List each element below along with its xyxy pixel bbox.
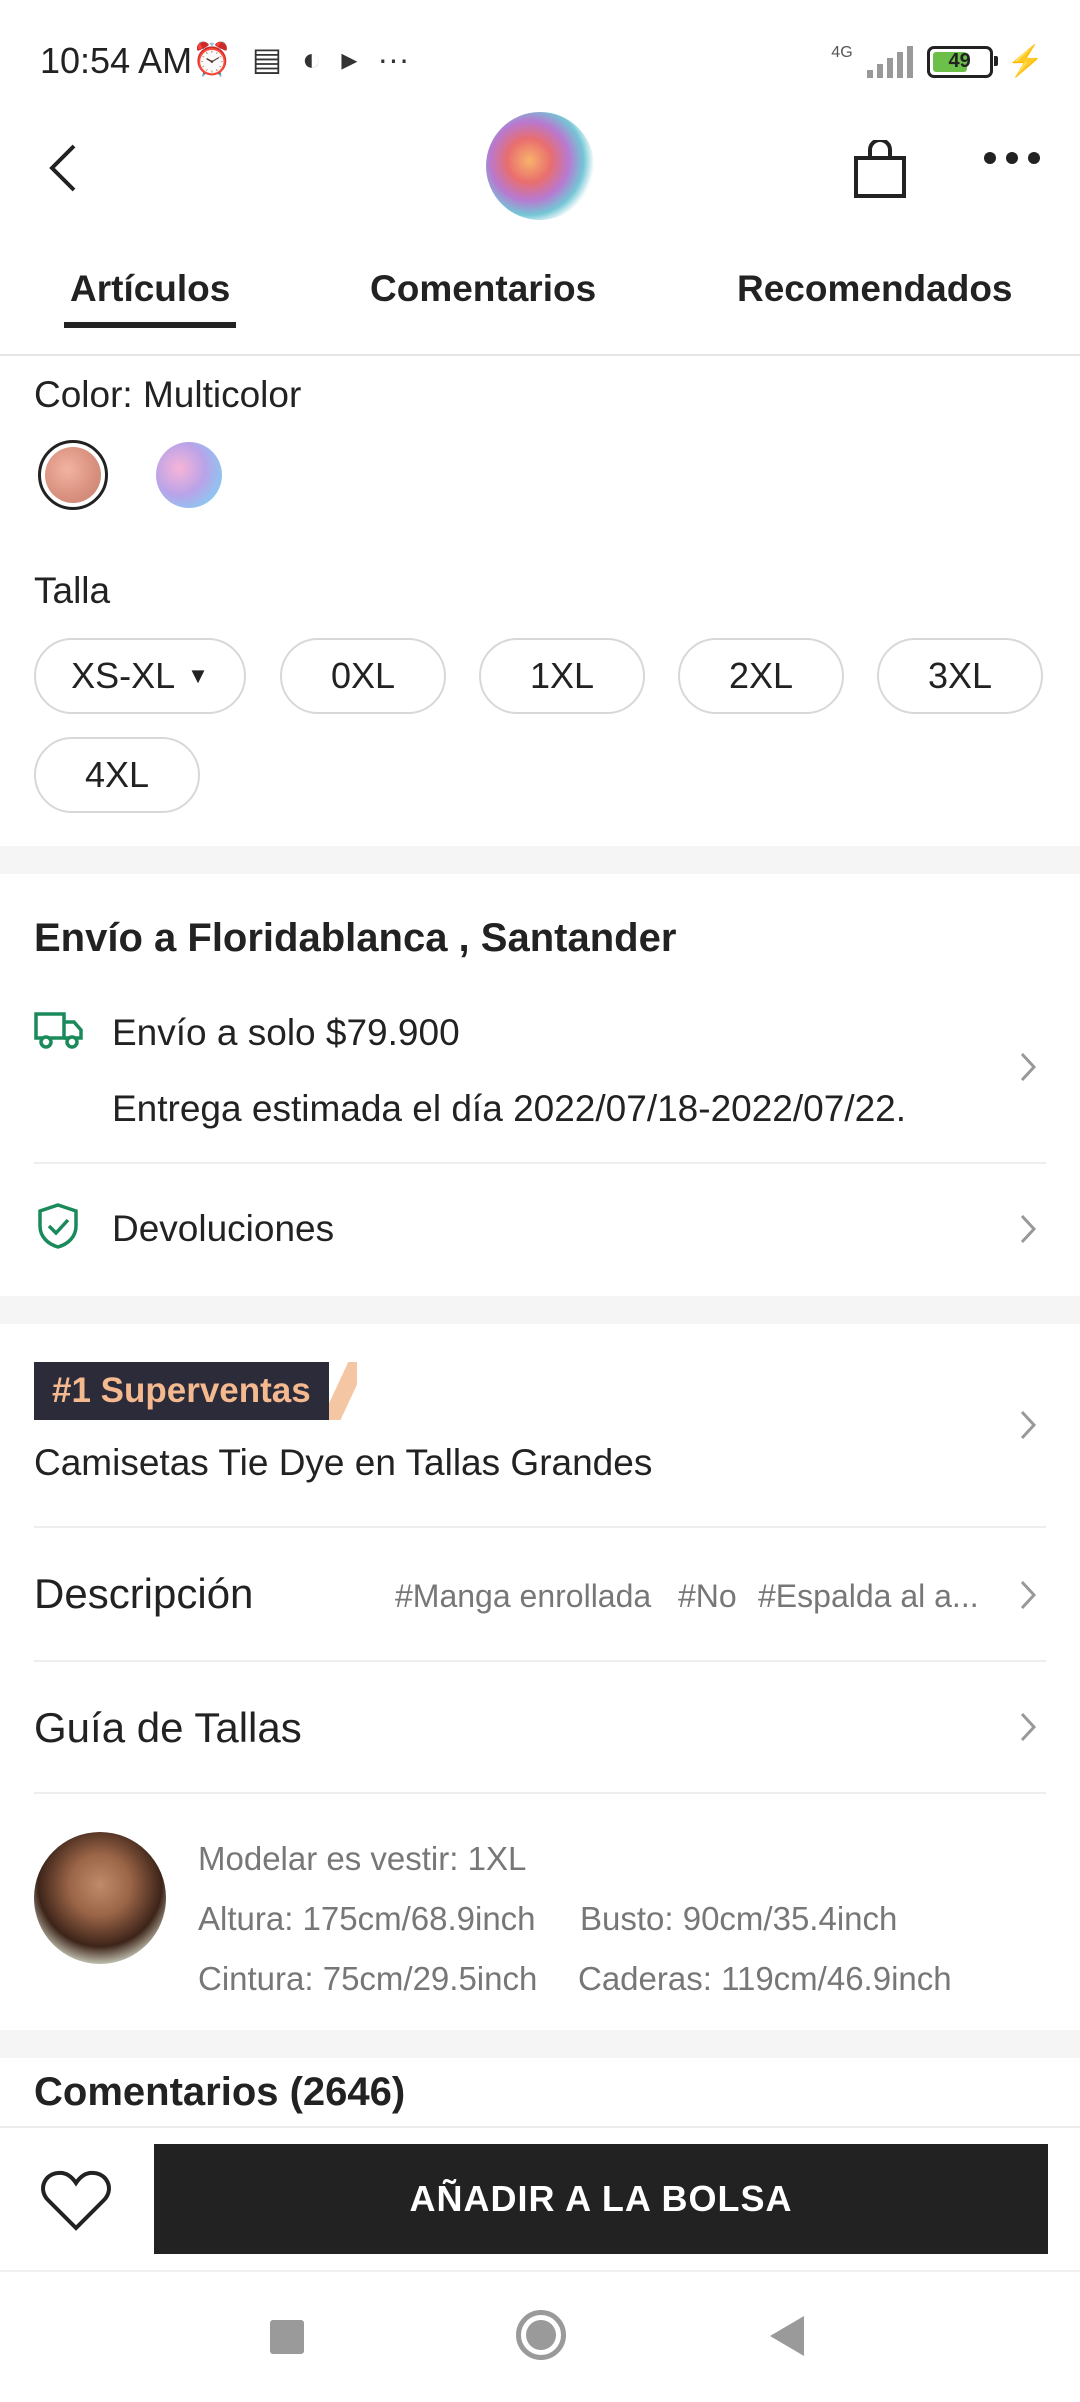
- description-tag: #Espalda al a...: [758, 1578, 979, 1614]
- signal-icon: [866, 45, 913, 78]
- row-divider: [34, 1526, 1046, 1528]
- size-option-label: XS-XL: [71, 655, 176, 696]
- description-tag: #No: [678, 1578, 737, 1614]
- chevron-down-icon: ▼: [187, 663, 209, 688]
- tab-active-indicator: [64, 322, 236, 328]
- bestseller-badge: #1 Superventas: [34, 1362, 357, 1420]
- heart-icon: [41, 2170, 111, 2231]
- model-wearing: Modelar es vestir: 1XL: [198, 1840, 527, 1877]
- truck-icon: [34, 1010, 84, 1055]
- row-divider: [34, 1660, 1046, 1662]
- tabs-divider: [0, 354, 1080, 356]
- comments-header-clip: Comentarios (2646): [0, 2058, 1080, 2126]
- recent-apps-button[interactable]: [270, 2320, 304, 2354]
- section-gap: [0, 1296, 1080, 1324]
- color-swatch-2[interactable]: [156, 442, 222, 508]
- bag-icon: [854, 138, 906, 198]
- play-icon: ▸: [341, 41, 358, 77]
- app-icon: ◐: [302, 40, 322, 77]
- description-label[interactable]: Descripción: [34, 1570, 253, 1618]
- size-option[interactable]: 1XL: [479, 638, 645, 714]
- row-divider: [34, 1792, 1046, 1794]
- chevron-right-icon[interactable]: [1018, 1212, 1038, 1251]
- back-icon: [49, 144, 76, 192]
- tab-comentarios[interactable]: Comentarios: [370, 268, 596, 310]
- comments-header[interactable]: Comentarios (2646): [34, 2070, 405, 2115]
- more-icon: ···: [377, 40, 410, 77]
- more-icon: [984, 152, 996, 164]
- size-option[interactable]: 2XL: [678, 638, 844, 714]
- status-system-icons: 4G 49 ⚡: [831, 44, 1044, 79]
- network-label: 4G: [831, 44, 853, 61]
- more-options-button[interactable]: [984, 152, 1040, 164]
- bestseller-category[interactable]: Camisetas Tie Dye en Tallas Grandes: [34, 1442, 652, 1484]
- size-option[interactable]: 3XL: [877, 638, 1043, 714]
- system-back-button[interactable]: [770, 2316, 804, 2356]
- model-waist: Cintura: 75cm/29.5inch: [198, 1960, 538, 1997]
- chevron-right-icon[interactable]: [1018, 1710, 1038, 1749]
- news-icon: ▤: [251, 41, 283, 77]
- alarm-icon: ⏰: [192, 41, 232, 77]
- product-thumbnail[interactable]: [486, 112, 594, 220]
- color-swatch-selected[interactable]: [38, 440, 108, 510]
- model-height: Altura: 175cm/68.9inch: [198, 1900, 536, 1937]
- back-button[interactable]: [44, 138, 84, 198]
- bestseller-badge-label: #1 Superventas: [34, 1362, 329, 1420]
- bottom-bar-divider: [0, 2126, 1080, 2128]
- size-option[interactable]: 0XL: [280, 638, 446, 714]
- home-button[interactable]: [516, 2310, 566, 2360]
- battery-icon: 49: [926, 45, 998, 78]
- status-notification-icons: ⏰ ▤ ◐ ▸ ···: [192, 40, 409, 78]
- chevron-right-icon[interactable]: [1018, 1408, 1038, 1447]
- description-tag: #Manga enrollada: [395, 1578, 652, 1614]
- model-bust: Busto: 90cm/35.4inch: [580, 1900, 898, 1937]
- wishlist-button[interactable]: [40, 2168, 112, 2234]
- tab-recomendados[interactable]: Recomendados: [737, 268, 1013, 310]
- status-time: 10:54 AM: [40, 40, 193, 81]
- size-region-selector[interactable]: XS-XL ▼: [34, 638, 246, 714]
- section-gap: [0, 2030, 1080, 2058]
- battery-level: 49: [948, 50, 971, 72]
- chevron-right-icon[interactable]: [1018, 1578, 1038, 1617]
- shipping-price[interactable]: Envío a solo $79.900: [112, 1012, 460, 1054]
- shield-check-icon: [36, 1202, 80, 1255]
- size-label: Talla: [34, 570, 111, 611]
- shipping-title: Envío a Floridablanca , Santander: [34, 916, 677, 960]
- chevron-right-icon[interactable]: [1018, 1050, 1038, 1089]
- charging-icon: ⚡: [1006, 45, 1044, 78]
- section-gap: [0, 846, 1080, 874]
- tab-articulos[interactable]: Artículos: [70, 268, 230, 310]
- size-option[interactable]: 4XL: [34, 737, 200, 813]
- row-divider: [34, 1162, 1046, 1164]
- add-to-bag-button[interactable]: AÑADIR A LA BOLSA: [154, 2144, 1048, 2254]
- model-hips: Caderas: 119cm/46.9inch: [578, 1960, 952, 1997]
- model-avatar: [34, 1832, 166, 1964]
- size-guide-label[interactable]: Guía de Tallas: [34, 1704, 302, 1752]
- color-label: Color: Multicolor: [34, 374, 302, 415]
- shipping-estimate: Entrega estimada el día 2022/07/18-2022/…: [112, 1088, 907, 1129]
- shopping-bag-button[interactable]: [852, 138, 908, 200]
- returns-row[interactable]: Devoluciones: [112, 1208, 334, 1250]
